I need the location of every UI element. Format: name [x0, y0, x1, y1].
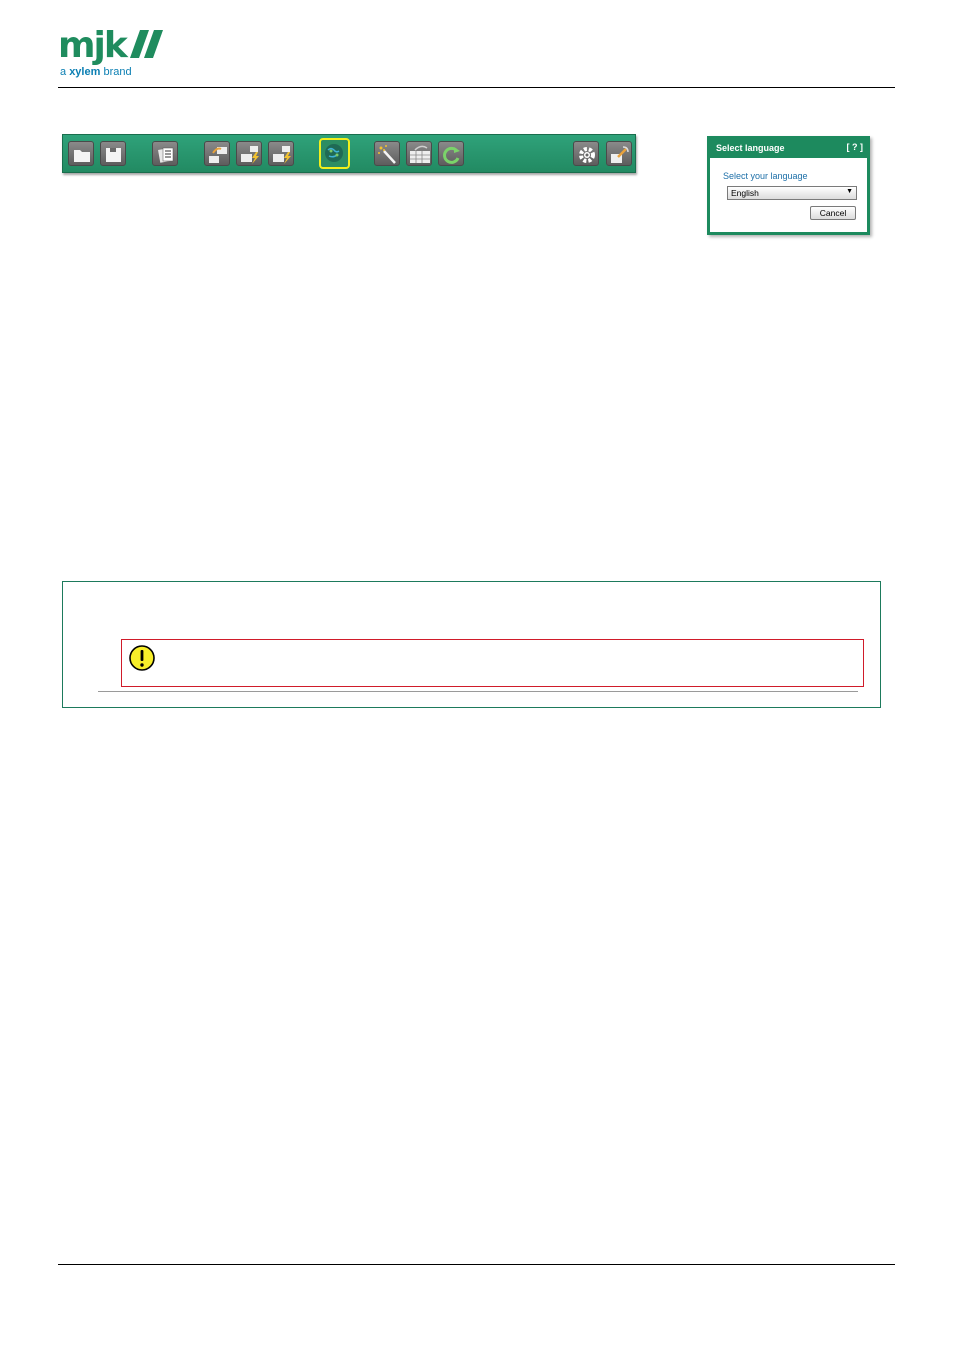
refresh-icon: [443, 146, 460, 164]
header-divider: [58, 87, 895, 88]
table-grid-icon: [410, 145, 430, 163]
wizard-button[interactable]: [374, 141, 400, 166]
dialog-title: Select language: [716, 143, 785, 153]
settings-button[interactable]: [573, 141, 599, 166]
tagline-brand: xylem: [69, 66, 101, 78]
mjk-logo: mjk a xylem brand: [58, 28, 164, 78]
computer-transfer-icon: [209, 147, 227, 163]
documents-button[interactable]: [152, 141, 178, 166]
logo-slashes-icon: [130, 30, 164, 58]
table-button[interactable]: [406, 141, 432, 166]
refresh-button[interactable]: [438, 141, 464, 166]
folder-icon: [74, 150, 90, 162]
exit-button[interactable]: [606, 141, 632, 166]
logo-tagline: a xylem brand: [60, 66, 132, 78]
language-select[interactable]: English ▼: [727, 186, 857, 200]
documents-icon: [158, 147, 174, 163]
magic-wand-icon: [378, 145, 396, 164]
main-toolbar: [62, 134, 636, 173]
footer-divider: [58, 1264, 895, 1265]
tagline-suffix: brand: [100, 66, 132, 78]
exit-icon: [611, 146, 629, 163]
dialog-title-bar: Select language [ ? ]: [710, 139, 867, 158]
computer-lightning-icon: [273, 146, 291, 164]
floppy-disk-icon: [106, 148, 121, 162]
exclamation-warning-icon: [129, 645, 155, 671]
gear-icon: [579, 147, 595, 163]
open-folder-button[interactable]: [68, 141, 94, 166]
select-language-dialog: Select language [ ? ] Select your langua…: [707, 136, 870, 235]
globe-icon: [325, 144, 343, 162]
world-language-button[interactable]: [319, 138, 350, 169]
warning-box: [121, 639, 864, 687]
language-selected-value: English: [731, 188, 759, 198]
dialog-help-button[interactable]: [ ? ]: [847, 142, 864, 152]
cancel-button[interactable]: Cancel: [810, 206, 856, 220]
device-read-button[interactable]: [236, 141, 262, 166]
chevron-down-icon: ▼: [846, 188, 853, 195]
device-write-button[interactable]: [268, 141, 294, 166]
device-connect-button[interactable]: [204, 141, 230, 166]
logo-word: mjk: [58, 25, 128, 66]
language-label: Select your language: [723, 171, 808, 181]
computer-lightning-icon: [241, 146, 259, 164]
tagline-prefix: a: [60, 66, 70, 78]
save-button[interactable]: [100, 141, 126, 166]
note-divider: [98, 691, 858, 692]
